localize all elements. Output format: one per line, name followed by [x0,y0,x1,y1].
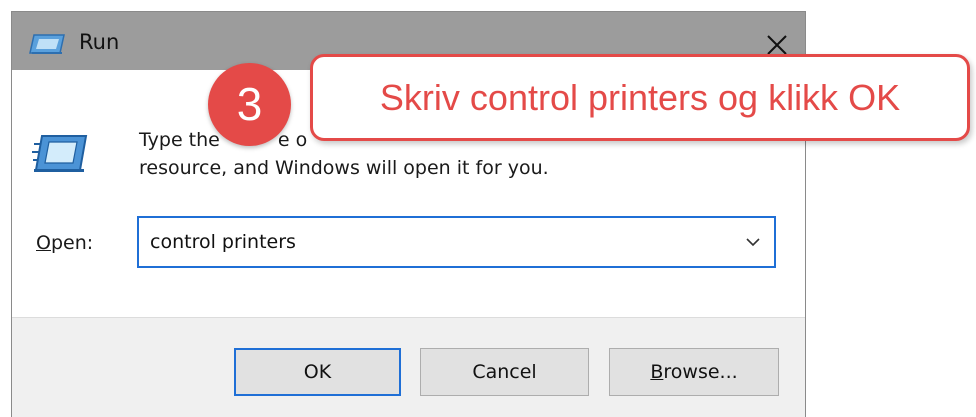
ok-button[interactable]: OK [234,348,401,396]
browse-rest: rowse... [663,361,738,383]
window-title: Run [79,30,120,54]
open-label: Open: [36,230,93,256]
cancel-button-label: Cancel [472,361,537,383]
button-bar: OK Cancel Browse... [12,317,805,417]
cancel-button[interactable]: Cancel [420,348,589,396]
screenshot-stage: Run Type the e o resource, and Windows w… [0,0,976,417]
open-label-accel: O [36,232,51,254]
chevron-down-icon[interactable] [743,234,763,250]
open-label-rest: pen: [50,232,94,254]
ok-button-label: OK [303,361,332,383]
step-number-badge: 3 [208,63,291,146]
open-combobox[interactable]: control printers [137,216,776,268]
open-input-value[interactable]: control printers [150,230,296,254]
description-line2: resource, and Windows will open it for y… [139,157,549,179]
description-line1-fragment: e o [277,129,308,151]
run-app-icon [32,132,90,176]
run-app-icon [28,32,68,56]
browse-button[interactable]: Browse... [609,348,779,396]
browse-accel: B [650,361,664,383]
callout-text: Skriv control printers og klikk OK [379,76,901,118]
browse-button-label: Browse... [650,361,737,383]
instruction-callout: Skriv control printers og klikk OK [310,54,970,141]
description-line1-start: Type the [139,129,220,151]
